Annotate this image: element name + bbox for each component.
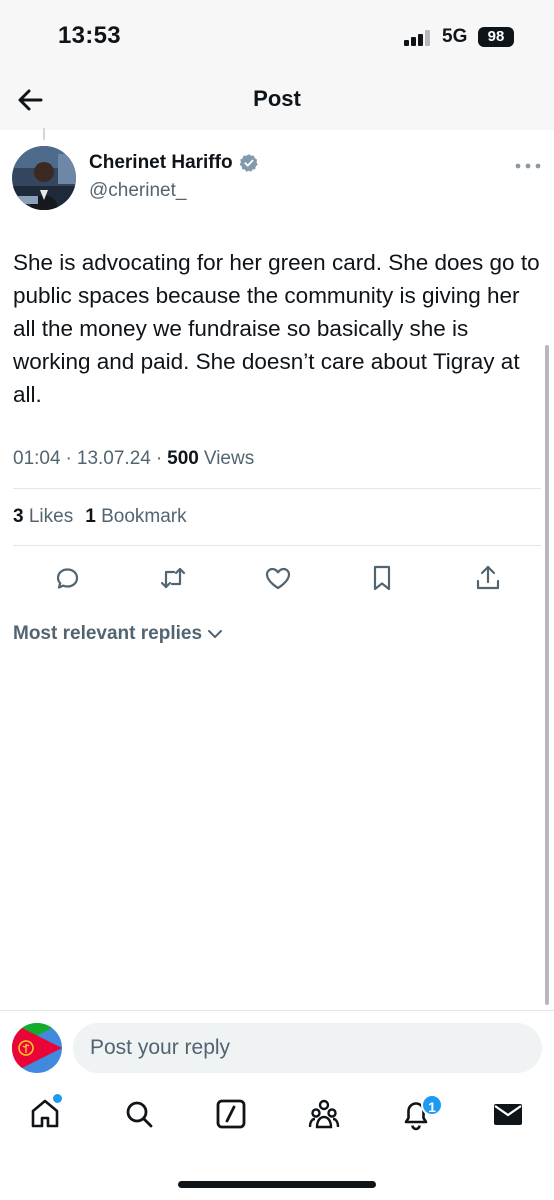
author-handle[interactable]: @cherinet_	[89, 180, 186, 202]
status-time: 13:53	[58, 22, 121, 49]
post-text: She is advocating for her green card. Sh…	[13, 250, 540, 407]
views-count[interactable]: 500	[167, 448, 199, 470]
author-avatar[interactable]	[12, 146, 76, 210]
header: Post	[0, 70, 554, 130]
bookmarks-label: Bookmark	[101, 506, 187, 527]
signal-icon	[404, 30, 434, 46]
repost-icon[interactable]	[157, 562, 189, 594]
post-stats: 3 Likes 1 Bookmark	[13, 506, 187, 528]
messages-envelope-icon[interactable]	[490, 1096, 526, 1132]
communities-icon[interactable]	[306, 1096, 342, 1132]
notifications-badge: 1	[421, 1094, 443, 1116]
home-unread-dot	[53, 1094, 62, 1103]
battery-level: 98	[478, 27, 514, 47]
sort-label: Most relevant replies	[13, 623, 203, 644]
chevron-down-icon	[208, 630, 223, 638]
author-name-row: Cherinet Hariffo	[89, 152, 259, 174]
thread-line	[43, 128, 45, 140]
likes-label: Likes	[28, 506, 74, 527]
post-meta: 01:04 · 13.07.24 · 500 Views	[13, 448, 254, 470]
page-title: Post	[253, 86, 301, 111]
user-avatar-flag[interactable]	[12, 1023, 62, 1073]
status-bar: 13:53 5G 98	[0, 0, 554, 70]
author-name[interactable]: Cherinet Hariffo	[89, 152, 233, 174]
reply-bar	[0, 1010, 554, 1086]
views-label: Views	[203, 448, 255, 469]
more-options-icon[interactable]	[514, 158, 542, 174]
like-heart-icon[interactable]	[262, 562, 294, 594]
grok-icon[interactable]	[213, 1096, 249, 1132]
post-actions	[0, 560, 554, 596]
home-indicator	[178, 1181, 376, 1188]
post-date: 13.07.24	[76, 448, 151, 469]
likes-count: 3	[13, 506, 24, 527]
bookmarks-count: 1	[85, 506, 96, 527]
reply-input[interactable]	[73, 1023, 542, 1073]
meta-separator: ·	[155, 448, 163, 469]
share-icon[interactable]	[472, 562, 504, 594]
search-icon[interactable]	[121, 1096, 157, 1132]
replies-sort-dropdown[interactable]: Most relevant replies	[13, 623, 224, 645]
scrollbar[interactable]	[545, 345, 549, 1005]
post-time: 01:04	[13, 448, 61, 469]
meta-separator: ·	[65, 448, 72, 469]
divider	[13, 545, 541, 546]
bookmarks-stat[interactable]: 1 Bookmark	[85, 506, 186, 528]
verified-badge-icon	[239, 153, 259, 173]
network-type: 5G	[442, 26, 468, 47]
reply-icon[interactable]	[51, 562, 83, 594]
bookmark-icon[interactable]	[366, 562, 398, 594]
divider	[13, 488, 541, 489]
likes-stat[interactable]: 3 Likes	[13, 506, 73, 528]
